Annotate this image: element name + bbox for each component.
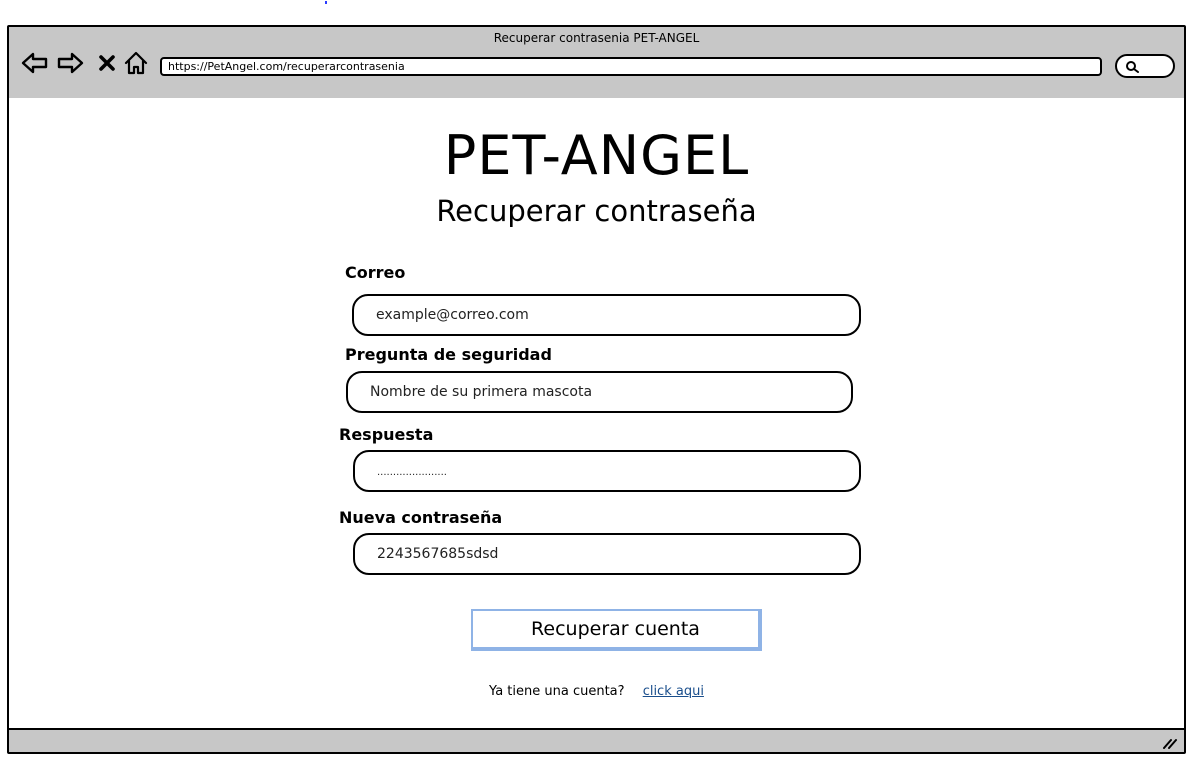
login-prompt-text: Ya tiene una cuenta? xyxy=(489,684,625,699)
login-prompt: Ya tiene una cuenta? click aqui xyxy=(9,684,1184,699)
email-field[interactable]: example@correo.com xyxy=(352,294,861,336)
new-password-label: Nueva contraseña xyxy=(339,508,503,527)
answer-field[interactable]: ...................... xyxy=(353,450,861,492)
browser-window: Recuperar contrasenia PET-ANGEL https://… xyxy=(7,25,1186,754)
brand-title: PET-ANGEL xyxy=(443,124,750,187)
page-subtitle: Recuperar contraseña xyxy=(436,194,757,228)
email-label: Correo xyxy=(345,263,406,282)
address-bar[interactable]: https://PetAngel.com/recuperarcontraseni… xyxy=(160,57,1102,76)
window-title: Recuperar contrasenia PET-ANGEL xyxy=(493,31,700,45)
back-arrow-icon[interactable] xyxy=(21,49,49,77)
search-icon xyxy=(1126,61,1139,73)
recover-account-button[interactable]: Recuperar cuenta xyxy=(471,609,762,651)
page-content: PET-ANGEL Recuperar contraseña Correo ex… xyxy=(9,98,1184,728)
resize-grip-icon[interactable] xyxy=(1162,735,1178,749)
home-icon[interactable] xyxy=(122,49,150,77)
search-box[interactable] xyxy=(1115,54,1175,78)
security-question-label: Pregunta de seguridad xyxy=(345,345,552,364)
security-question-field[interactable]: Nombre de su primera mascota xyxy=(346,371,853,413)
forward-arrow-icon[interactable] xyxy=(56,49,84,77)
answer-label: Respuesta xyxy=(339,425,434,444)
new-password-field[interactable]: 2243567685sdsd xyxy=(353,533,861,575)
stray-marker xyxy=(325,1,327,4)
status-bar xyxy=(9,728,1184,752)
browser-toolbar: Recuperar contrasenia PET-ANGEL https://… xyxy=(9,27,1184,100)
close-icon[interactable] xyxy=(93,49,121,77)
login-link[interactable]: click aqui xyxy=(643,684,704,699)
